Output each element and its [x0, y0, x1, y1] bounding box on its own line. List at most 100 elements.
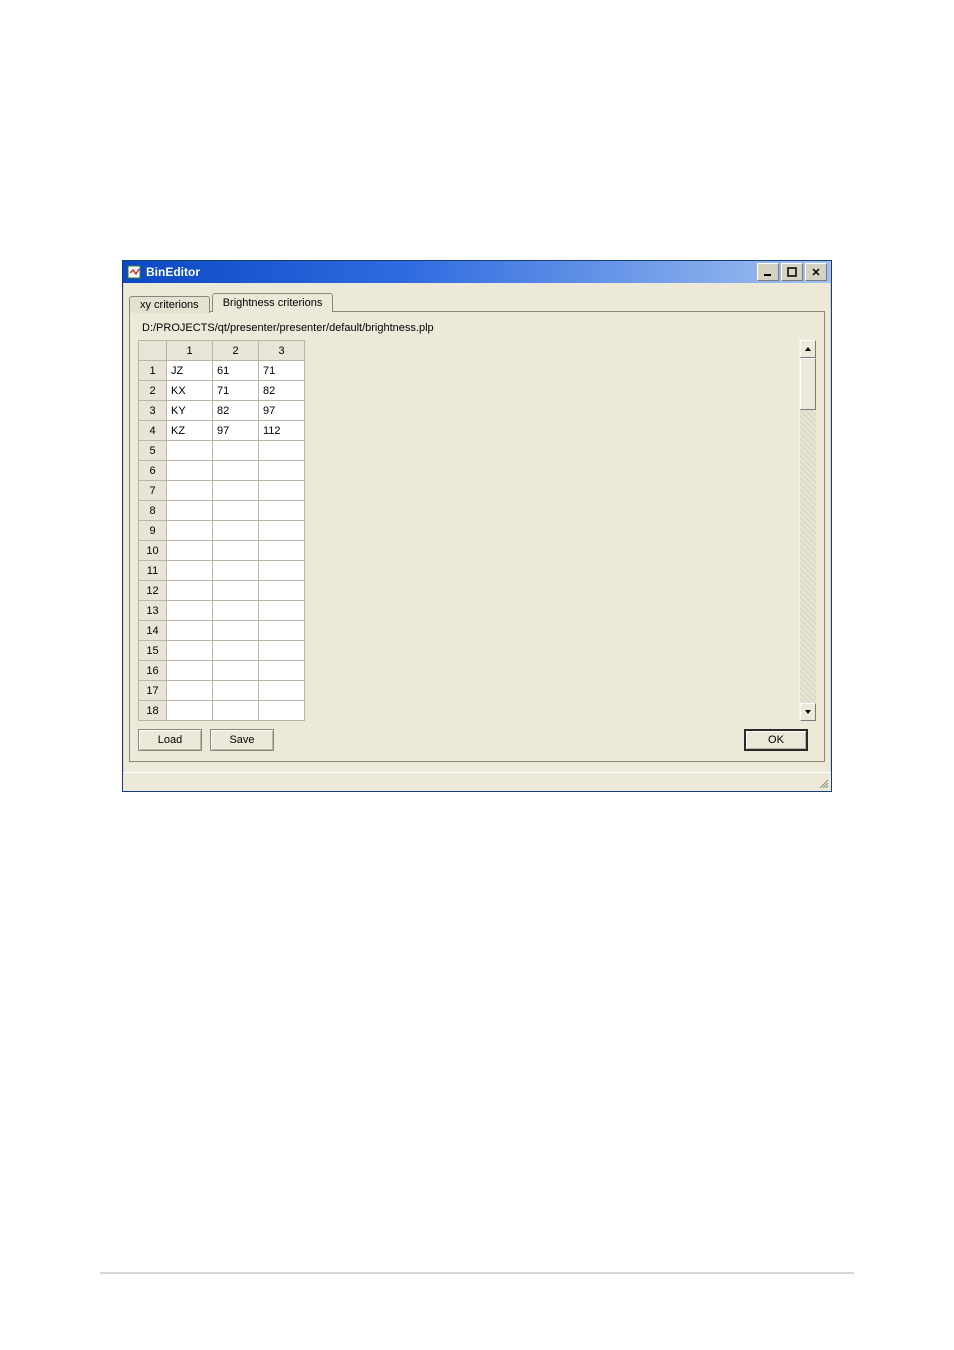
- table-cell[interactable]: KZ: [167, 421, 213, 441]
- row-header[interactable]: 15: [139, 641, 167, 661]
- table-row: 8: [139, 501, 305, 521]
- table-cell[interactable]: [213, 441, 259, 461]
- titlebar[interactable]: BinEditor: [123, 261, 831, 283]
- table-cell[interactable]: [213, 621, 259, 641]
- table-cell[interactable]: [213, 641, 259, 661]
- table-cell[interactable]: [259, 501, 305, 521]
- row-header[interactable]: 9: [139, 521, 167, 541]
- table-cell[interactable]: [259, 561, 305, 581]
- row-header[interactable]: 12: [139, 581, 167, 601]
- load-button[interactable]: Load: [138, 729, 202, 751]
- resize-grip-icon[interactable]: [817, 777, 829, 789]
- table-cell[interactable]: [167, 581, 213, 601]
- table-row: 13: [139, 601, 305, 621]
- row-header[interactable]: 3: [139, 401, 167, 421]
- close-button[interactable]: [805, 263, 827, 281]
- column-header[interactable]: 3: [259, 341, 305, 361]
- vertical-scrollbar[interactable]: [799, 340, 816, 721]
- table-row: 7: [139, 481, 305, 501]
- window-title: BinEditor: [146, 265, 757, 279]
- row-header[interactable]: 10: [139, 541, 167, 561]
- table-cell[interactable]: [259, 541, 305, 561]
- scroll-thumb[interactable]: [800, 358, 816, 410]
- status-bar: [123, 772, 831, 791]
- table-cell[interactable]: [213, 521, 259, 541]
- table-cell[interactable]: [259, 521, 305, 541]
- row-header[interactable]: 17: [139, 681, 167, 701]
- minimize-button[interactable]: [757, 263, 779, 281]
- row-header[interactable]: 4: [139, 421, 167, 441]
- scroll-up-arrow-icon[interactable]: [800, 340, 816, 358]
- row-header[interactable]: 13: [139, 601, 167, 621]
- table-cell[interactable]: 97: [213, 421, 259, 441]
- table-cell[interactable]: [213, 541, 259, 561]
- row-header[interactable]: 18: [139, 701, 167, 721]
- criteria-table[interactable]: 1 2 3 1JZ61712KX71823KY82974KZ9711256789…: [138, 340, 305, 721]
- table-cell[interactable]: [167, 521, 213, 541]
- table-cell[interactable]: [167, 441, 213, 461]
- column-header[interactable]: 2: [213, 341, 259, 361]
- row-header[interactable]: 8: [139, 501, 167, 521]
- table-row: 9: [139, 521, 305, 541]
- tab-xy-criterions[interactable]: xy criterions: [129, 296, 210, 313]
- row-header[interactable]: 16: [139, 661, 167, 681]
- table-cell[interactable]: [213, 601, 259, 621]
- row-header[interactable]: 7: [139, 481, 167, 501]
- row-header[interactable]: 11: [139, 561, 167, 581]
- save-button[interactable]: Save: [210, 729, 274, 751]
- table-cell[interactable]: 71: [213, 381, 259, 401]
- table-cell[interactable]: KX: [167, 381, 213, 401]
- table-cell[interactable]: [167, 701, 213, 721]
- row-header[interactable]: 14: [139, 621, 167, 641]
- row-header[interactable]: 6: [139, 461, 167, 481]
- table-cell[interactable]: 112: [259, 421, 305, 441]
- table-cell[interactable]: [259, 481, 305, 501]
- row-header[interactable]: 2: [139, 381, 167, 401]
- table-cell[interactable]: [259, 621, 305, 641]
- table-cell[interactable]: [167, 461, 213, 481]
- table-cell[interactable]: [259, 661, 305, 681]
- table-cell[interactable]: [259, 681, 305, 701]
- table-cell[interactable]: [259, 441, 305, 461]
- table-cell[interactable]: [213, 561, 259, 581]
- table-cell[interactable]: [167, 541, 213, 561]
- table-cell[interactable]: JZ: [167, 361, 213, 381]
- table-cell[interactable]: [167, 561, 213, 581]
- table-cell[interactable]: [259, 461, 305, 481]
- row-header[interactable]: 5: [139, 441, 167, 461]
- table-cell[interactable]: [213, 501, 259, 521]
- table-cell[interactable]: [213, 481, 259, 501]
- file-path-label: D:/PROJECTS/qt/presenter/presenter/defau…: [142, 322, 816, 334]
- table-cell[interactable]: [259, 641, 305, 661]
- ok-button[interactable]: OK: [744, 729, 808, 751]
- row-header[interactable]: 1: [139, 361, 167, 381]
- table-cell[interactable]: [259, 601, 305, 621]
- table-cell[interactable]: [213, 461, 259, 481]
- column-header[interactable]: 1: [167, 341, 213, 361]
- table-cell[interactable]: [213, 581, 259, 601]
- table-cell[interactable]: [259, 581, 305, 601]
- button-row: Load Save OK: [138, 729, 816, 751]
- table-cell[interactable]: 97: [259, 401, 305, 421]
- table-cell[interactable]: [167, 501, 213, 521]
- tab-brightness-criterions[interactable]: Brightness criterions: [212, 293, 334, 312]
- table-cell[interactable]: [213, 701, 259, 721]
- table-cell[interactable]: [213, 681, 259, 701]
- maximize-button[interactable]: [781, 263, 803, 281]
- scroll-track[interactable]: [800, 358, 816, 703]
- table-cell[interactable]: KY: [167, 401, 213, 421]
- table-cell[interactable]: [167, 681, 213, 701]
- table-cell[interactable]: [167, 481, 213, 501]
- table-cell[interactable]: [259, 701, 305, 721]
- table-cell[interactable]: [167, 641, 213, 661]
- table-cell[interactable]: 61: [213, 361, 259, 381]
- table-cell[interactable]: [167, 661, 213, 681]
- table-cell[interactable]: [213, 661, 259, 681]
- scroll-down-arrow-icon[interactable]: [800, 703, 816, 721]
- table-cell[interactable]: 82: [213, 401, 259, 421]
- table-cell[interactable]: [167, 621, 213, 641]
- table-cell[interactable]: 82: [259, 381, 305, 401]
- window-controls: [757, 263, 827, 281]
- table-cell[interactable]: 71: [259, 361, 305, 381]
- table-cell[interactable]: [167, 601, 213, 621]
